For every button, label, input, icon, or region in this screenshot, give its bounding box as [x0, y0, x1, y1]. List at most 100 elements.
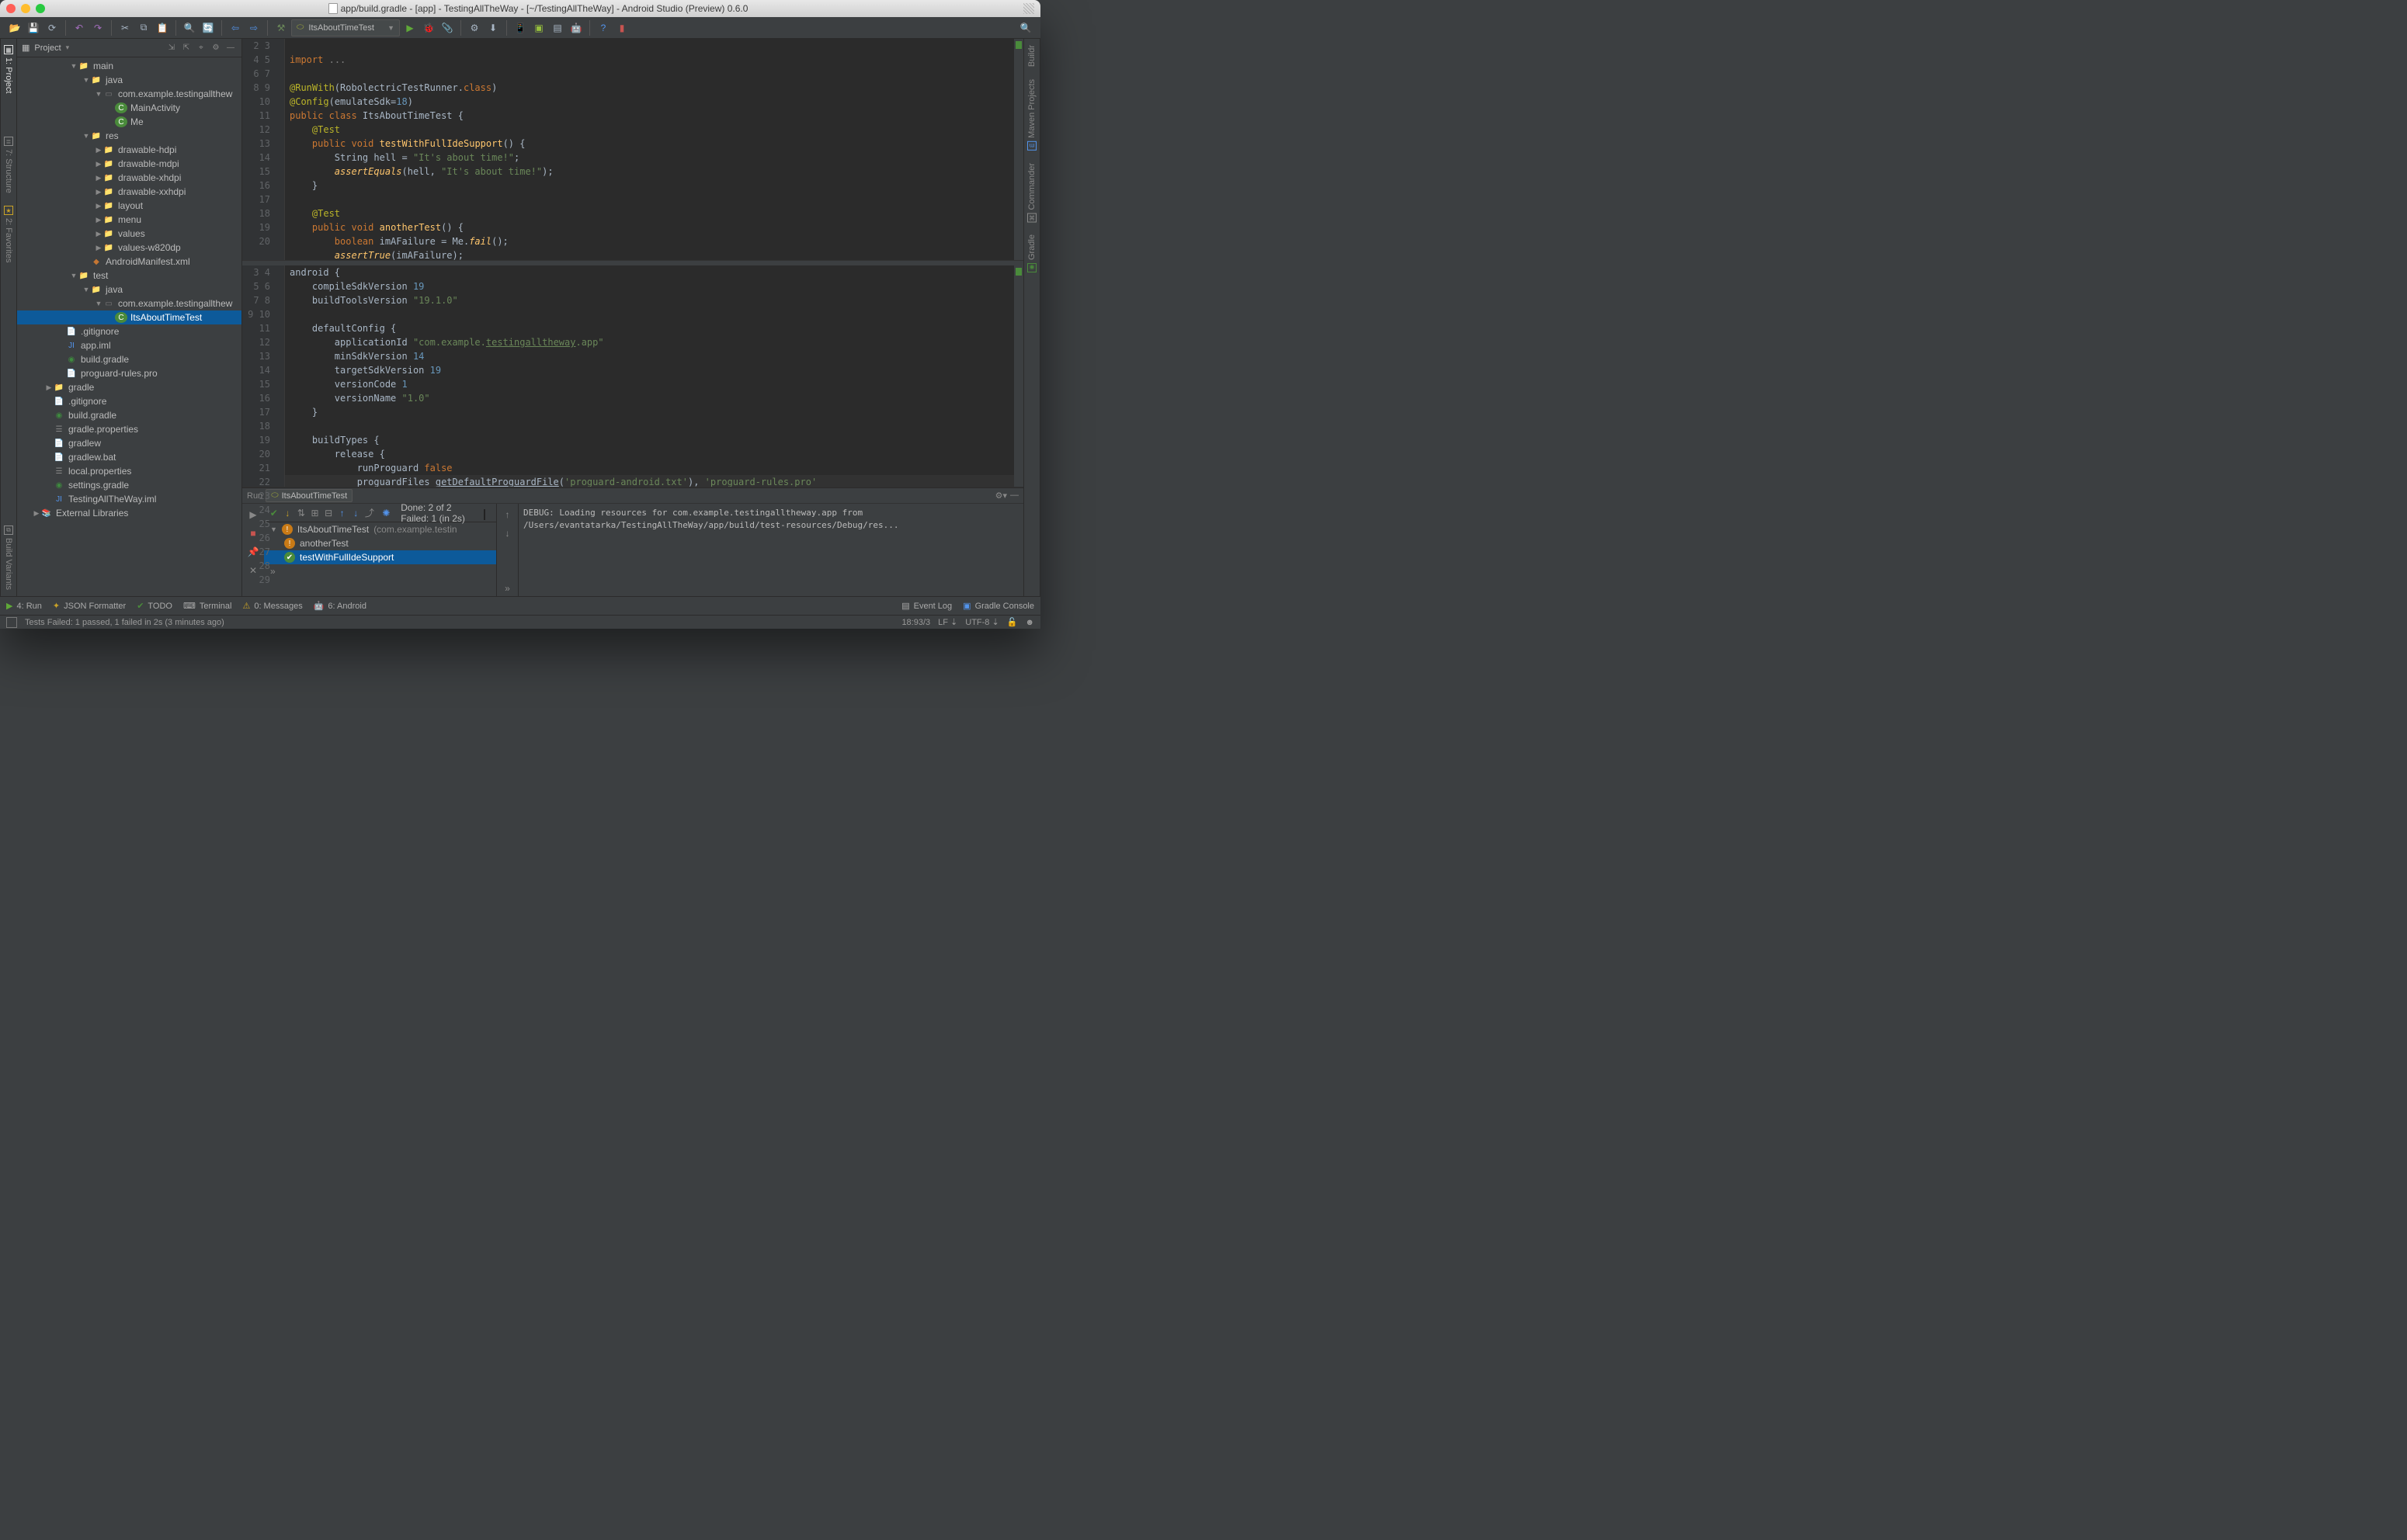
copy-button[interactable]: ⧉	[135, 19, 152, 36]
tree-node[interactable]: ☰gradle.properties	[17, 422, 241, 436]
tool-tab-buildr[interactable]: Buildr	[1026, 39, 1038, 73]
run-settings-button[interactable]: ⚙▾	[995, 491, 1007, 501]
tree-node[interactable]: CItsAboutTimeTest	[17, 310, 241, 324]
sidebar-collapse-button[interactable]: ⇱	[180, 42, 193, 54]
dock-tab-android[interactable]: 🤖6: Android	[314, 601, 366, 611]
toggle-passed-button[interactable]: ✔	[269, 505, 280, 521]
sidebar-settings-button[interactable]: ⚙	[210, 42, 222, 54]
sync-button[interactable]: ⟳	[43, 19, 61, 36]
editor-code[interactable]: android { compileSdkVersion 19 buildTool…	[285, 265, 1014, 487]
tree-node[interactable]: ◉build.gradle	[17, 352, 241, 366]
next-failed-button[interactable]: ↓	[350, 505, 361, 521]
dock-tab-json[interactable]: ✦JSON Formatter	[53, 601, 126, 611]
tree-node[interactable]: JITestingAllTheWay.iml	[17, 492, 241, 506]
tree-node[interactable]: ▶📁values	[17, 227, 241, 241]
run-config-selector[interactable]: ⬭ ItsAboutTimeTest ▼	[291, 19, 400, 36]
tree-node[interactable]: ◆AndroidManifest.xml	[17, 255, 241, 269]
sidebar-mode-icon[interactable]: ▦	[22, 43, 30, 53]
tree-node[interactable]: ▶📁layout	[17, 199, 241, 213]
tree-node[interactable]: ▼📁test	[17, 269, 241, 283]
prev-failed-button[interactable]: ↑	[337, 505, 348, 521]
dock-tab-terminal[interactable]: ⌨Terminal	[183, 601, 231, 611]
tree-node[interactable]: ☰local.properties	[17, 464, 241, 478]
tree-node[interactable]: ▼▭com.example.testingallthew	[17, 297, 241, 310]
tool-tab-maven[interactable]: mMaven Projects	[1026, 73, 1038, 157]
tree-node[interactable]: ▶📁drawable-mdpi	[17, 157, 241, 171]
paste-button[interactable]: 📋	[154, 19, 171, 36]
find-button[interactable]: 🔍	[181, 19, 198, 36]
forward-button[interactable]: ⇨	[245, 19, 262, 36]
line-separator[interactable]: LF ⇣	[938, 617, 957, 627]
scroll-up-button[interactable]: ↑	[500, 507, 516, 522]
tree-node[interactable]: ▶📁drawable-xxhdpi	[17, 185, 241, 199]
sidebar-expand-button[interactable]: ⇲	[165, 42, 178, 54]
save-button[interactable]: 💾	[25, 19, 42, 36]
android-robot-icon[interactable]: 🤖	[568, 19, 585, 36]
tool-tab-gradle[interactable]: ◉Gradle	[1026, 228, 1038, 279]
status-windows-button[interactable]	[6, 617, 17, 628]
sort-button[interactable]: ⇅	[296, 505, 307, 521]
tool-tab-project[interactable]: ▦ 1: Project	[2, 39, 15, 99]
tree-node[interactable]: 📄.gitignore	[17, 394, 241, 408]
make-button[interactable]: ⚒	[273, 19, 290, 36]
debug-button[interactable]: 🐞	[420, 19, 437, 36]
tree-node[interactable]: ▶📁menu	[17, 213, 241, 227]
tree-node[interactable]: CMainActivity	[17, 101, 241, 115]
tree-node[interactable]: 📄gradlew	[17, 436, 241, 450]
tree-node[interactable]: 📄.gitignore	[17, 324, 241, 338]
close-window-button[interactable]	[6, 4, 16, 13]
test-settings-button[interactable]: ✺	[381, 505, 392, 521]
tree-node[interactable]: 📄gradlew.bat	[17, 450, 241, 464]
tree-node[interactable]: 📄proguard-rules.pro	[17, 366, 241, 380]
attach-debugger-button[interactable]: 📎	[439, 19, 456, 36]
help-button[interactable]: ?	[595, 19, 612, 36]
back-button[interactable]: ⇦	[227, 19, 244, 36]
tree-node[interactable]: ▼📁java	[17, 73, 241, 87]
collapse-all-button[interactable]: ⊟	[323, 505, 334, 521]
maximize-window-button[interactable]	[36, 4, 45, 13]
ddms-button[interactable]: 📱	[512, 19, 529, 36]
tree-node[interactable]: ◉build.gradle	[17, 408, 241, 422]
monitor-button[interactable]: ▤	[549, 19, 566, 36]
test-row[interactable]: ✔testWithFullIdeSupport	[264, 550, 496, 564]
dock-tab-gradle-console[interactable]: ▣Gradle Console	[963, 601, 1034, 611]
project-tree[interactable]: ▼📁main▼📁java▼▭com.example.testingallthew…	[17, 57, 241, 596]
sidebar-hide-button[interactable]: —	[224, 42, 237, 54]
replace-button[interactable]: 🔄	[200, 19, 217, 36]
chevron-down-icon[interactable]: ▾	[66, 43, 70, 52]
tool-tab-favorites[interactable]: ★ 2: Favorites	[2, 199, 15, 269]
undo-button[interactable]: ↶	[71, 19, 88, 36]
tree-node[interactable]: ◉settings.gradle	[17, 478, 241, 492]
sidebar-scroll-source-button[interactable]: ⌖	[195, 42, 207, 54]
minimize-window-button[interactable]	[21, 4, 30, 13]
toggle-ignored-button[interactable]: ↓	[283, 505, 293, 521]
hector-icon[interactable]: ☻	[1025, 618, 1034, 627]
editor-bottom[interactable]: 3 4 5 6 7 8 9 10 11 12 13 14 15 16 17 18…	[242, 261, 1023, 487]
run-hide-button[interactable]: —	[1010, 491, 1019, 501]
dock-tab-run[interactable]: ▶4: Run	[6, 601, 42, 611]
open-button[interactable]: 📂	[6, 19, 23, 36]
run-console[interactable]: DEBUG: Loading resources for com.example…	[519, 504, 1023, 596]
tree-node[interactable]: JIapp.iml	[17, 338, 241, 352]
more-button[interactable]: »	[500, 581, 516, 596]
tree-node[interactable]: ▶📁values-w820dp	[17, 241, 241, 255]
file-encoding[interactable]: UTF-8 ⇣	[965, 617, 999, 627]
feedback-button[interactable]: ▮	[613, 19, 630, 36]
cut-button[interactable]: ✂	[116, 19, 134, 36]
avd-button[interactable]: ⚙	[466, 19, 483, 36]
tree-node[interactable]: ▼📁java	[17, 283, 241, 297]
dock-tab-eventlog[interactable]: ▤Event Log	[901, 601, 952, 611]
dock-tab-messages[interactable]: ⚠0: Messages	[242, 601, 302, 611]
tree-node[interactable]: ▼📁res	[17, 129, 241, 143]
tree-node[interactable]: CMe	[17, 115, 241, 129]
tool-tab-build-variants[interactable]: ⧉ Build Variants	[2, 519, 15, 596]
editor-top[interactable]: 2 3 4 5 6 7 8 9 10 11 12 13 14 15 16 17 …	[242, 39, 1023, 261]
search-everywhere-button[interactable]: 🔍	[1017, 19, 1034, 36]
read-only-lock-icon[interactable]: 🔓	[1007, 617, 1018, 627]
android-icon[interactable]: ▣	[530, 19, 547, 36]
tree-node[interactable]: ▶📚External Libraries	[17, 506, 241, 520]
scroll-down-button[interactable]: ↓	[500, 525, 516, 541]
test-tree[interactable]: ▼!ItsAboutTimeTest (com.example.testin!a…	[264, 522, 496, 596]
redo-button[interactable]: ↷	[89, 19, 106, 36]
tool-tab-commander[interactable]: ⌘Commander	[1026, 157, 1038, 229]
